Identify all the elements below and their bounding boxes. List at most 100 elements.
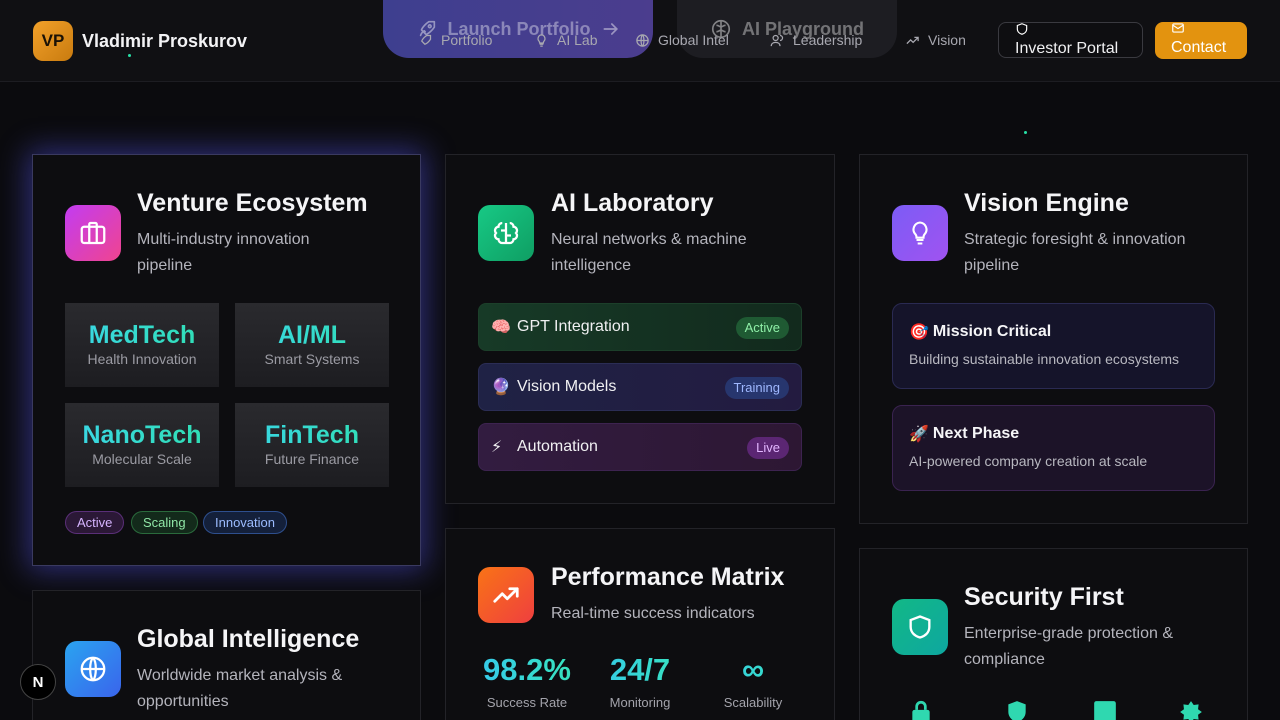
ai-playground-button[interactable]: AI Playground bbox=[677, 0, 897, 58]
mail-icon bbox=[1172, 23, 1184, 33]
contact-button[interactable]: Contact bbox=[1155, 22, 1247, 59]
nav-label: Vision bbox=[928, 32, 966, 48]
nav-item-leadership[interactable]: Leadership bbox=[770, 32, 862, 48]
metric-label: Monitoring bbox=[609, 695, 671, 710]
emoji-lightning: ⚡ bbox=[491, 439, 503, 456]
badge-icon bbox=[1180, 701, 1202, 720]
tile-desc: Future Finance bbox=[264, 451, 360, 467]
performance-matrix-card[interactable]: Performance Matrix Real-time success ind… bbox=[445, 528, 835, 720]
status-badge-innovation: Innovation bbox=[203, 511, 287, 534]
card-subtitle: Multi-industry innovation pipeline bbox=[137, 231, 310, 274]
ai-laboratory-card[interactable]: AI Laboratory Neural networks & machine … bbox=[445, 154, 835, 504]
nav-item-global-intel[interactable]: Global Intel bbox=[635, 32, 729, 48]
security-first-card[interactable]: Security First Enterprise-grade protecti… bbox=[859, 548, 1248, 720]
investor-portal-button[interactable]: Investor Portal bbox=[998, 22, 1143, 58]
nav-item-ai-lab[interactable]: AI Lab bbox=[534, 32, 597, 48]
nav-label: Portfolio bbox=[441, 32, 493, 48]
nav-item-portfolio[interactable]: Portfolio bbox=[418, 32, 492, 48]
card-subtitle: Real-time success indicators bbox=[551, 605, 755, 622]
nav-label: Leadership bbox=[793, 32, 863, 48]
trending-up-icon bbox=[478, 567, 534, 623]
rocket-icon bbox=[421, 34, 432, 45]
card-subtitle: Strategic foresight & innovation pipelin… bbox=[964, 231, 1186, 274]
ai-row-gpt-integration[interactable]: 🧠 GPT Integration Active bbox=[478, 303, 802, 351]
metric-scalability: ∞ Scalability bbox=[697, 653, 809, 711]
nav-label: Global Intel bbox=[658, 32, 729, 48]
row-label: Vision Models bbox=[517, 378, 617, 395]
tile-desc: Molecular Scale bbox=[92, 451, 192, 467]
card-subtitle: Worldwide market analysis & opportunitie… bbox=[137, 667, 343, 710]
emoji-target: 🎯 bbox=[909, 324, 929, 341]
next-dev-badge[interactable]: N bbox=[20, 664, 56, 700]
metric-label: Success Rate bbox=[486, 695, 568, 710]
nav-label: AI Lab bbox=[557, 32, 598, 48]
status-badge-active: Active bbox=[65, 511, 125, 534]
emoji-rocket: 🚀 bbox=[909, 426, 929, 443]
card-title: Global Intelligence bbox=[137, 625, 360, 653]
shield-icon bbox=[1016, 23, 1028, 35]
tile-name: MedTech bbox=[65, 321, 219, 349]
shield-icon bbox=[1008, 701, 1026, 720]
tile-fintech[interactable]: FinTech Future Finance bbox=[235, 403, 389, 487]
metric-monitoring: 24/7 Monitoring bbox=[584, 653, 696, 711]
tile-medtech[interactable]: MedTech Health Innovation bbox=[65, 303, 219, 387]
ai-row-automation[interactable]: ⚡ Automation Live bbox=[478, 423, 802, 471]
venture-ecosystem-card[interactable]: Venture Ecosystem Multi-industry innovat… bbox=[32, 154, 421, 566]
status-badge: Live bbox=[747, 437, 789, 459]
status-badge: Active bbox=[735, 317, 789, 339]
metric-label: Scalability bbox=[723, 695, 783, 710]
lightbulb-icon bbox=[892, 205, 948, 261]
global-intelligence-card[interactable]: Global Intelligence Worldwide market ana… bbox=[32, 590, 421, 720]
globe-icon bbox=[65, 641, 121, 697]
tile-nanotech[interactable]: NanoTech Molecular Scale bbox=[65, 403, 219, 487]
metric-success-rate: 98.2% Success Rate bbox=[471, 653, 583, 711]
arrow-right-icon bbox=[603, 23, 618, 35]
launch-portfolio-button[interactable]: Launch Portfolio bbox=[383, 0, 653, 58]
contact-label: Contact bbox=[1171, 39, 1227, 56]
tile-name: FinTech bbox=[235, 421, 389, 449]
nav-item-vision[interactable]: Vision bbox=[905, 32, 966, 48]
next-badge-letter: N bbox=[32, 673, 44, 691]
brand[interactable]: VP Vladimir Proskurov bbox=[33, 21, 247, 61]
brain-icon bbox=[478, 205, 534, 261]
vision-engine-card[interactable]: Vision Engine Strategic foresight & inno… bbox=[859, 154, 1248, 524]
card-subtitle: Neural networks & machine intelligence bbox=[551, 231, 747, 274]
trending-up-icon bbox=[906, 36, 919, 44]
tile-desc: Health Innovation bbox=[87, 351, 197, 367]
tile-name: NanoTech bbox=[65, 421, 219, 449]
box-title: Next Phase bbox=[932, 425, 1020, 442]
lightbulb-icon bbox=[537, 33, 546, 47]
server-icon bbox=[1094, 701, 1116, 720]
card-title: Venture Ecosystem bbox=[137, 189, 368, 217]
metric-value: 98.2% bbox=[471, 653, 583, 687]
tile-ai-ml[interactable]: AI/ML Smart Systems bbox=[235, 303, 389, 387]
briefcase-icon bbox=[65, 205, 121, 261]
tile-desc: Smart Systems bbox=[264, 351, 360, 367]
ai-row-vision-models[interactable]: 🔮 Vision Models Training bbox=[478, 363, 802, 411]
users-icon bbox=[770, 34, 784, 46]
box-title: Mission Critical bbox=[932, 323, 1052, 340]
metric-value: 24/7 bbox=[584, 653, 696, 687]
investor-portal-label: Investor Portal bbox=[1015, 40, 1119, 57]
brand-logo: VP bbox=[33, 21, 73, 61]
card-title: Performance Matrix bbox=[551, 563, 785, 591]
box-desc: Building sustainable innovation ecosyste… bbox=[909, 351, 1180, 367]
row-label: Automation bbox=[517, 438, 598, 455]
brand-name: Vladimir Proskurov bbox=[82, 30, 248, 51]
shield-icon bbox=[892, 599, 948, 655]
card-title: Security First bbox=[964, 583, 1124, 611]
emoji-crystal-ball: 🔮 bbox=[491, 379, 511, 396]
sparkle-dot bbox=[1024, 131, 1027, 134]
tile-name: AI/ML bbox=[235, 321, 389, 349]
status-badge-scaling: Scaling bbox=[131, 511, 198, 534]
sparkle-dot bbox=[128, 54, 131, 57]
card-title: AI Laboratory bbox=[551, 189, 714, 217]
top-header: VP Vladimir Proskurov Launch Portfolio A… bbox=[0, 0, 1280, 82]
lock-icon bbox=[912, 700, 930, 720]
globe-icon bbox=[636, 33, 649, 47]
mission-critical-box: 🎯 Mission Critical Building sustainable i… bbox=[892, 303, 1215, 389]
card-title: Vision Engine bbox=[964, 189, 1129, 217]
metric-value: ∞ bbox=[697, 653, 809, 687]
emoji-brain: 🧠 bbox=[491, 319, 511, 336]
row-label: GPT Integration bbox=[517, 318, 630, 335]
